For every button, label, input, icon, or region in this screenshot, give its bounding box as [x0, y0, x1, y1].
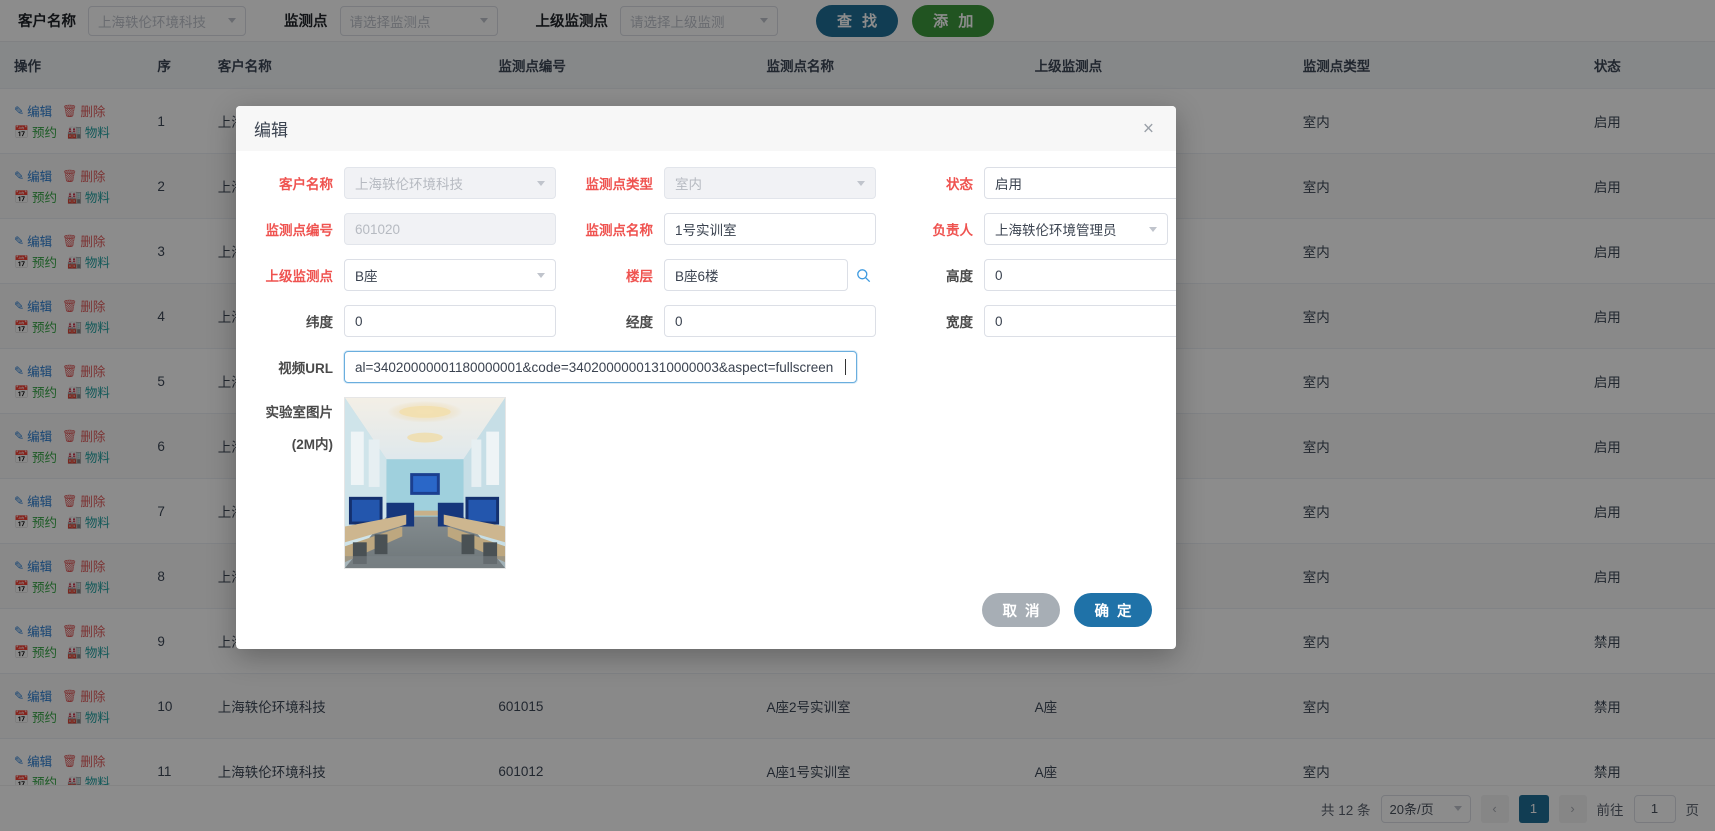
field-parent: 上级监测点 B座 — [256, 259, 556, 291]
field-customer: 客户名称 上海轶伦环境科技 — [256, 167, 556, 199]
text-cursor — [845, 359, 846, 375]
app-root: 客户名称 上海轶伦环境科技 监测点 请选择监测点 上级监测点 请选择上级监测 查… — [0, 0, 1715, 831]
form-row-4: 纬度 0 经度 0 宽度 0 — [256, 305, 1176, 337]
field-longitude-value: 0 — [675, 313, 683, 329]
field-status: 状态 启用 — [896, 167, 1176, 199]
field-type-value: 室内 — [675, 177, 702, 192]
field-name-value: 1号实训室 — [675, 223, 737, 238]
field-name: 监测点名称 1号实训室 — [576, 213, 876, 245]
field-latitude-value: 0 — [355, 313, 363, 329]
field-name-input[interactable]: 1号实训室 — [664, 213, 876, 245]
form-row-1: 客户名称 上海轶伦环境科技 监测点类型 室内 状态 启用 — [256, 167, 1176, 199]
field-code-label: 监测点编号 — [265, 223, 334, 238]
field-customer-value: 上海轶伦环境科技 — [355, 177, 463, 192]
close-icon[interactable]: × — [1137, 118, 1160, 139]
chevron-down-icon — [537, 180, 545, 186]
confirm-button[interactable]: 确 定 — [1074, 593, 1152, 627]
field-type-select: 室内 — [664, 167, 876, 199]
field-longitude-label: 经度 — [626, 315, 653, 330]
field-status-value: 启用 — [995, 177, 1022, 192]
field-longitude-input[interactable]: 0 — [664, 305, 876, 337]
chevron-down-icon — [537, 272, 545, 278]
field-parent-select[interactable]: B座 — [344, 259, 556, 291]
form-row-2: 监测点编号 601020 监测点名称 1号实训室 负责人 上海轶伦环境管理员 — [256, 213, 1168, 245]
field-name-label: 监测点名称 — [585, 223, 654, 238]
field-customer-label: 客户名称 — [279, 177, 333, 192]
cancel-button[interactable]: 取 消 — [982, 593, 1060, 627]
field-status-label: 状态 — [946, 177, 973, 192]
field-status-select[interactable]: 启用 — [984, 167, 1176, 199]
dialog-title: 编辑 — [254, 121, 288, 140]
lab-image-thumbnail[interactable] — [344, 397, 506, 569]
form-row-image: 实验室图片 (2M内) — [256, 397, 1156, 569]
field-code-input: 601020 — [344, 213, 556, 245]
field-image-label-line2: (2M内) — [291, 437, 333, 452]
field-owner-label: 负责人 — [932, 223, 974, 238]
field-image-label: 实验室图片 (2M内) — [256, 397, 344, 461]
field-image-label-line1: 实验室图片 — [265, 405, 334, 420]
field-video-value: al=34020000001180000001&code=34020000001… — [355, 359, 834, 375]
edit-dialog: 编辑 × 客户名称 上海轶伦环境科技 监测点类型 室内 状态 启用 监测点编号 … — [236, 106, 1176, 649]
form-row-video: 视频URL al=34020000001180000001&code=34020… — [256, 351, 1156, 383]
field-customer-select: 上海轶伦环境科技 — [344, 167, 556, 199]
field-type: 监测点类型 室内 — [576, 167, 876, 199]
field-parent-value: B座 — [355, 269, 378, 284]
field-floor-label: 楼层 — [626, 269, 653, 284]
field-width-input[interactable]: 0 — [984, 305, 1176, 337]
field-floor-value: B座6楼 — [675, 269, 719, 284]
field-code-value: 601020 — [355, 221, 401, 237]
field-height-value: 0 — [995, 267, 1003, 283]
field-video-label: 视频URL — [278, 361, 333, 376]
dialog-body: 客户名称 上海轶伦环境科技 监测点类型 室内 状态 启用 监测点编号 60102… — [236, 151, 1176, 583]
field-latitude: 纬度 0 — [256, 305, 556, 337]
field-owner-select[interactable]: 上海轶伦环境管理员 — [984, 213, 1168, 245]
dialog-header: 编辑 × — [236, 106, 1176, 151]
field-parent-label: 上级监测点 — [265, 269, 334, 284]
chevron-down-icon — [857, 180, 865, 186]
chevron-down-icon — [1149, 226, 1157, 232]
field-width-label: 宽度 — [946, 315, 973, 330]
lab-photo — [345, 398, 505, 568]
field-floor: 楼层 B座6楼 — [576, 259, 876, 291]
search-icon[interactable] — [856, 268, 876, 283]
field-longitude: 经度 0 — [576, 305, 876, 337]
field-width-value: 0 — [995, 313, 1003, 329]
field-video-input[interactable]: al=34020000001180000001&code=34020000001… — [344, 351, 857, 383]
field-type-label: 监测点类型 — [585, 177, 654, 192]
field-height-input[interactable]: 0 — [984, 259, 1176, 291]
field-width: 宽度 0 — [896, 305, 1176, 337]
field-latitude-input[interactable]: 0 — [344, 305, 556, 337]
field-owner: 负责人 上海轶伦环境管理员 — [896, 213, 1176, 245]
form-row-3: 上级监测点 B座 楼层 B座6楼 高度 0 — [256, 259, 1176, 291]
field-height: 高度 0 — [896, 259, 1176, 291]
field-floor-input[interactable]: B座6楼 — [664, 259, 848, 291]
field-owner-value: 上海轶伦环境管理员 — [995, 223, 1117, 238]
field-height-label: 高度 — [946, 269, 973, 284]
field-code: 监测点编号 601020 — [256, 213, 556, 245]
dialog-footer: 取 消 确 定 — [236, 583, 1176, 649]
field-latitude-label: 纬度 — [306, 315, 333, 330]
